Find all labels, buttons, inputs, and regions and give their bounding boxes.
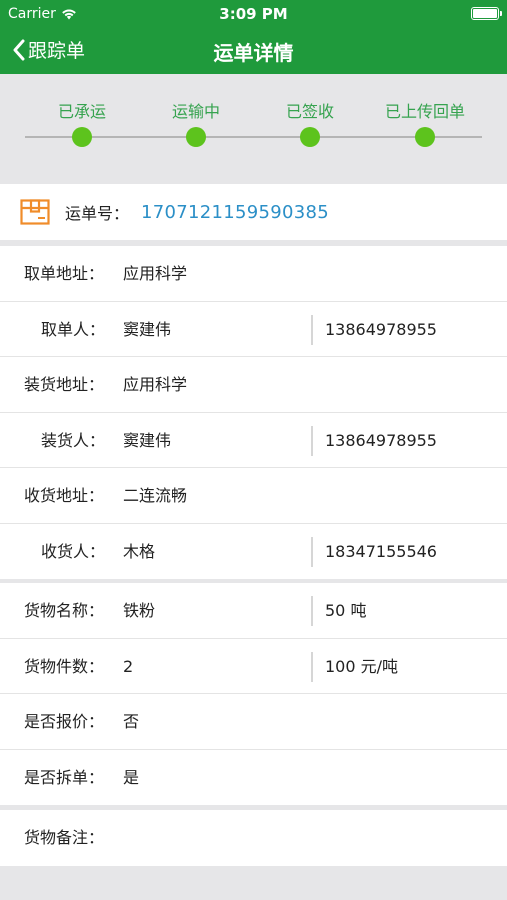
- address-section: 取单地址： 应用科学 取单人： 窦建伟 13864978955 装货地址： 应用…: [0, 246, 507, 579]
- receiving-address-row: 收货地址： 二连流畅: [0, 468, 507, 524]
- field-label: 货物名称：: [24, 601, 105, 620]
- progress-step-in-transit: 运输中: [141, 98, 251, 147]
- cargo-count-row: 货物件数： 2 100 元/吨: [0, 639, 507, 694]
- cargo-weight: 50 吨: [325, 601, 367, 620]
- nav-bar: 跟踪单 运单详情: [0, 28, 507, 74]
- progress-step-signed: 已签收: [255, 98, 365, 147]
- field-value: 二连流畅: [123, 486, 188, 505]
- column-divider: [311, 536, 313, 567]
- field-label: 货物件数：: [24, 656, 105, 676]
- notes-section: 货物备注：: [0, 810, 507, 866]
- field-label: 是否报价：: [24, 712, 105, 731]
- page-title: 运单详情: [213, 41, 294, 65]
- pickup-person-row: 取单人： 窦建伟 13864978955: [0, 302, 507, 357]
- column-divider: [311, 425, 313, 456]
- step-dot: [186, 127, 206, 147]
- progress-step-accepted: 已承运: [27, 98, 137, 147]
- field-label: 收货人：: [41, 541, 106, 561]
- field-label: 装货地址：: [24, 375, 105, 394]
- field-value: 应用科学: [123, 264, 188, 283]
- step-dot: [415, 127, 435, 147]
- cargo-section: 货物名称： 铁粉 50 吨 货物件数： 2 100 元/吨 是否报价： 否 是否…: [0, 583, 507, 805]
- field-value: 应用科学: [123, 375, 188, 394]
- field-value: 是: [123, 767, 140, 787]
- field-label: 收货地址：: [24, 486, 105, 505]
- step-dot: [300, 127, 320, 147]
- field-value: 窦建伟: [123, 430, 172, 450]
- step-label: 运输中: [171, 102, 220, 121]
- phone-number[interactable]: 18347155546: [325, 524, 437, 579]
- step-label: 已签收: [285, 102, 334, 121]
- phone-number[interactable]: 13864978955: [325, 413, 437, 468]
- field-value: 木格: [123, 541, 156, 561]
- field-label: 取单人：: [41, 319, 106, 339]
- column-divider: [311, 314, 313, 345]
- unit-price: 100 元/吨: [325, 656, 399, 676]
- field-value: 窦建伟: [123, 319, 172, 339]
- loading-address-row: 装货地址： 应用科学: [0, 357, 507, 413]
- package-box-icon: [20, 199, 50, 225]
- cargo-notes-row: 货物备注：: [0, 810, 507, 866]
- field-value: 铁粉: [123, 601, 156, 620]
- column-divider: [311, 596, 313, 626]
- insured-row: 是否报价： 否: [0, 694, 507, 750]
- status-bar: Carrier 3:09 PM: [0, 0, 507, 28]
- step-label: 已上传回单: [384, 102, 465, 121]
- order-number-row: 运单号： 1707121159590385: [0, 184, 507, 240]
- field-label: 货物备注：: [24, 828, 105, 847]
- step-dot: [72, 127, 92, 147]
- step-label: 已承运: [57, 102, 106, 121]
- field-label: 取单地址：: [24, 264, 105, 283]
- status-time: 3:09 PM: [219, 5, 288, 23]
- order-number-label: 运单号：: [65, 204, 130, 223]
- cargo-name-row: 货物名称： 铁粉 50 吨: [0, 583, 507, 639]
- phone-number[interactable]: 13864978955: [325, 302, 437, 357]
- shipment-progress: 已承运 运输中 已签收 已上传回单: [0, 74, 507, 184]
- battery-icon: [471, 7, 502, 20]
- field-value: 2: [123, 656, 134, 676]
- loading-person-row: 装货人： 窦建伟 13864978955: [0, 413, 507, 468]
- receiver-row: 收货人： 木格 18347155546: [0, 524, 507, 580]
- field-label: 是否拆单：: [24, 767, 105, 787]
- column-divider: [311, 651, 313, 682]
- split-order-row: 是否拆单： 是: [0, 750, 507, 806]
- field-label: 装货人：: [41, 430, 106, 450]
- field-value: 否: [123, 712, 140, 731]
- progress-step-receipt-uploaded: 已上传回单: [370, 98, 480, 147]
- pickup-address-row: 取单地址： 应用科学: [0, 246, 507, 302]
- order-number-value: 1707121159590385: [141, 201, 330, 223]
